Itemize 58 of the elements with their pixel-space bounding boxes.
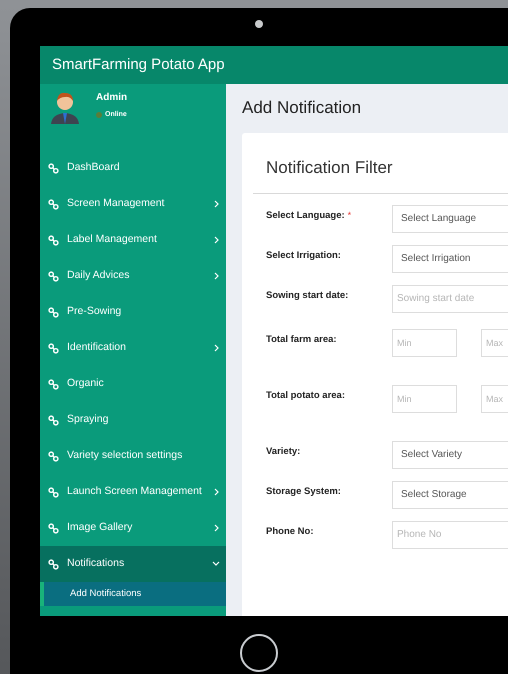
link-icon [48, 558, 59, 570]
card-title: Notification Filter [266, 158, 393, 176]
select-field[interactable]: Select Irrigation [392, 244, 508, 272]
sidebar-item[interactable]: Variety selection settings [40, 438, 226, 474]
field-label: Variety: [266, 444, 300, 458]
max-field[interactable]: Max [481, 328, 508, 356]
min-field[interactable]: Min [392, 328, 457, 356]
link-icon [48, 198, 59, 210]
field-label: Total farm area: [266, 332, 337, 346]
submenu-item[interactable]: Add Notifications [40, 582, 226, 606]
link-icon [48, 450, 59, 462]
sidebar-item[interactable]: Pre-Sowing [40, 294, 226, 330]
link-icon [48, 234, 59, 246]
sidebar-item[interactable]: DashBoard [40, 150, 226, 186]
user-name: Admin [96, 91, 128, 105]
max-field[interactable]: Max [481, 384, 508, 412]
sidebar-item[interactable]: Screen Management [40, 186, 226, 222]
sidebar-item[interactable]: Image Gallery [40, 510, 226, 546]
field-label: Select Language: [266, 208, 345, 222]
input-field[interactable]: Sowing start date [392, 284, 508, 312]
chevron-right-icon [214, 524, 220, 532]
select-field[interactable]: Select Language [392, 204, 508, 232]
chevron-down-icon [212, 561, 220, 567]
link-icon [48, 522, 59, 534]
link-icon [48, 162, 59, 174]
field-label: Total potato area: [266, 388, 345, 402]
chevron-right-icon [214, 488, 220, 496]
home-button[interactable] [240, 634, 278, 672]
sidebar-item[interactable]: Spraying [40, 402, 226, 438]
min-field[interactable]: Min [392, 384, 457, 412]
camera-icon [255, 20, 263, 28]
field-label: Sowing start date: [266, 288, 348, 302]
link-icon [48, 486, 59, 498]
sidebar-item[interactable]: Label Management [40, 222, 226, 258]
chevron-right-icon [214, 200, 220, 208]
sidebar-item[interactable]: Identification [40, 330, 226, 366]
sidebar-item[interactable]: Notifications [40, 546, 226, 582]
field-label: Phone No: [266, 524, 314, 538]
link-icon [48, 270, 59, 282]
chevron-right-icon [214, 272, 220, 280]
link-icon [48, 378, 59, 390]
link-icon [48, 306, 59, 318]
link-icon [48, 414, 59, 426]
chevron-right-icon [214, 344, 220, 352]
field-label: Storage System: [266, 484, 341, 498]
app-title: SmartFarming Potato App [52, 54, 225, 75]
page-title: Add Notification [242, 97, 362, 119]
select-field[interactable]: Select Storage [392, 480, 508, 508]
avatar-icon [50, 90, 80, 124]
chevron-right-icon [214, 236, 220, 244]
required-mark: * [348, 208, 352, 222]
field-label: Select Irrigation: [266, 248, 341, 262]
sidebar-item[interactable]: Organic [40, 366, 226, 402]
select-field[interactable]: Select Variety [392, 440, 508, 468]
input-field[interactable]: Phone No [392, 520, 508, 548]
sidebar-item[interactable]: Daily Advices [40, 258, 226, 294]
link-icon [48, 342, 59, 354]
sidebar-item[interactable]: Launch Screen Management [40, 474, 226, 510]
